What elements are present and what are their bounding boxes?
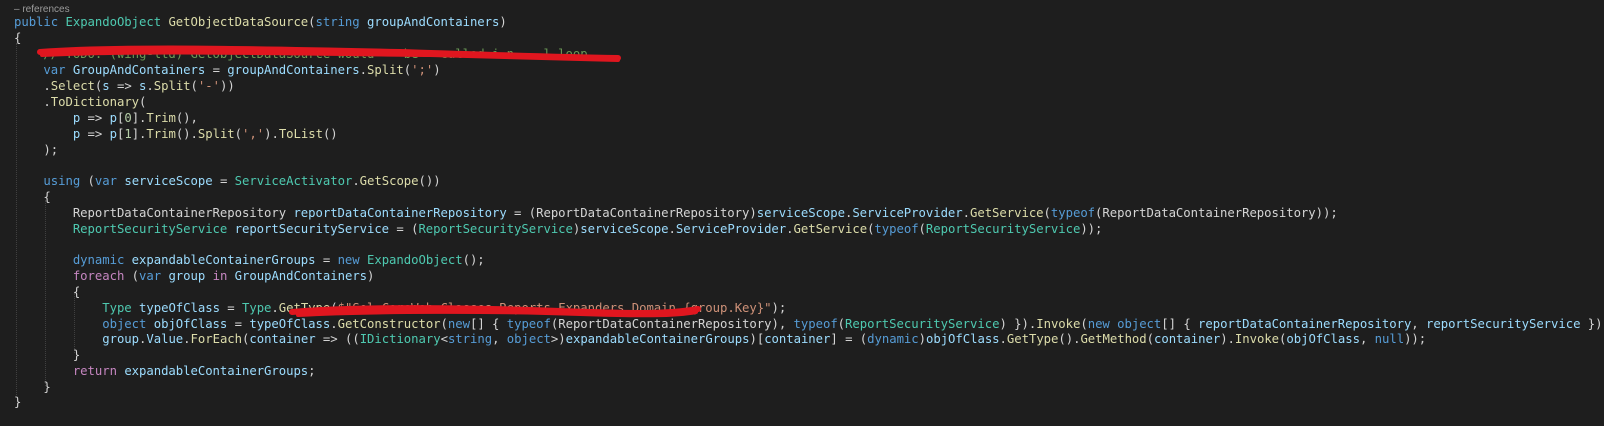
code-line-19[interactable]: Type typeOfClass = Type.GetType($"Sel.Co…: [14, 300, 786, 316]
code-line-9[interactable]: );: [14, 142, 58, 158]
code-line-5[interactable]: .Select(s => s.Split('-')): [14, 78, 234, 94]
code-line-11[interactable]: using (var serviceScope = ServiceActivat…: [14, 173, 440, 189]
code-line-12[interactable]: {: [14, 189, 50, 205]
code-line-22[interactable]: }: [14, 347, 80, 363]
code-line-16[interactable]: dynamic expandableContainerGroups = new …: [14, 252, 485, 268]
code-line-21[interactable]: group.Value.ForEach(container => ((IDict…: [14, 331, 1426, 347]
code-line-8[interactable]: p => p[1].Trim().Split(',').ToList(): [14, 126, 338, 142]
code-line-23[interactable]: return expandableContainerGroups;: [14, 363, 316, 379]
code-line-4[interactable]: var GroupAndContainers = groupAndContain…: [14, 62, 440, 78]
code-line-3[interactable]: // TODO: (wing-ltd) GetObjectDataSource …: [14, 46, 587, 62]
code-line-25[interactable]: }: [14, 394, 21, 410]
code-line-17[interactable]: foreach (var group in GroupAndContainers…: [14, 268, 375, 284]
code-line-2[interactable]: {: [14, 30, 21, 46]
code-line-24[interactable]: }: [14, 379, 50, 395]
code-line-20[interactable]: object objOfClass = typeOfClass.GetConst…: [14, 316, 1604, 332]
code-line-14[interactable]: ReportSecurityService reportSecurityServ…: [14, 221, 1103, 237]
code-line-18[interactable]: {: [14, 284, 80, 300]
code-line-6[interactable]: .ToDictionary(: [14, 94, 146, 110]
code-editor[interactable]: public ExpandoObject GetObjectDataSource…: [0, 0, 1604, 426]
code-line-7[interactable]: p => p[0].Trim(),: [14, 110, 198, 126]
code-line-1[interactable]: public ExpandoObject GetObjectDataSource…: [14, 14, 507, 30]
code-line-13[interactable]: ReportDataContainerRepository reportData…: [14, 205, 1338, 221]
